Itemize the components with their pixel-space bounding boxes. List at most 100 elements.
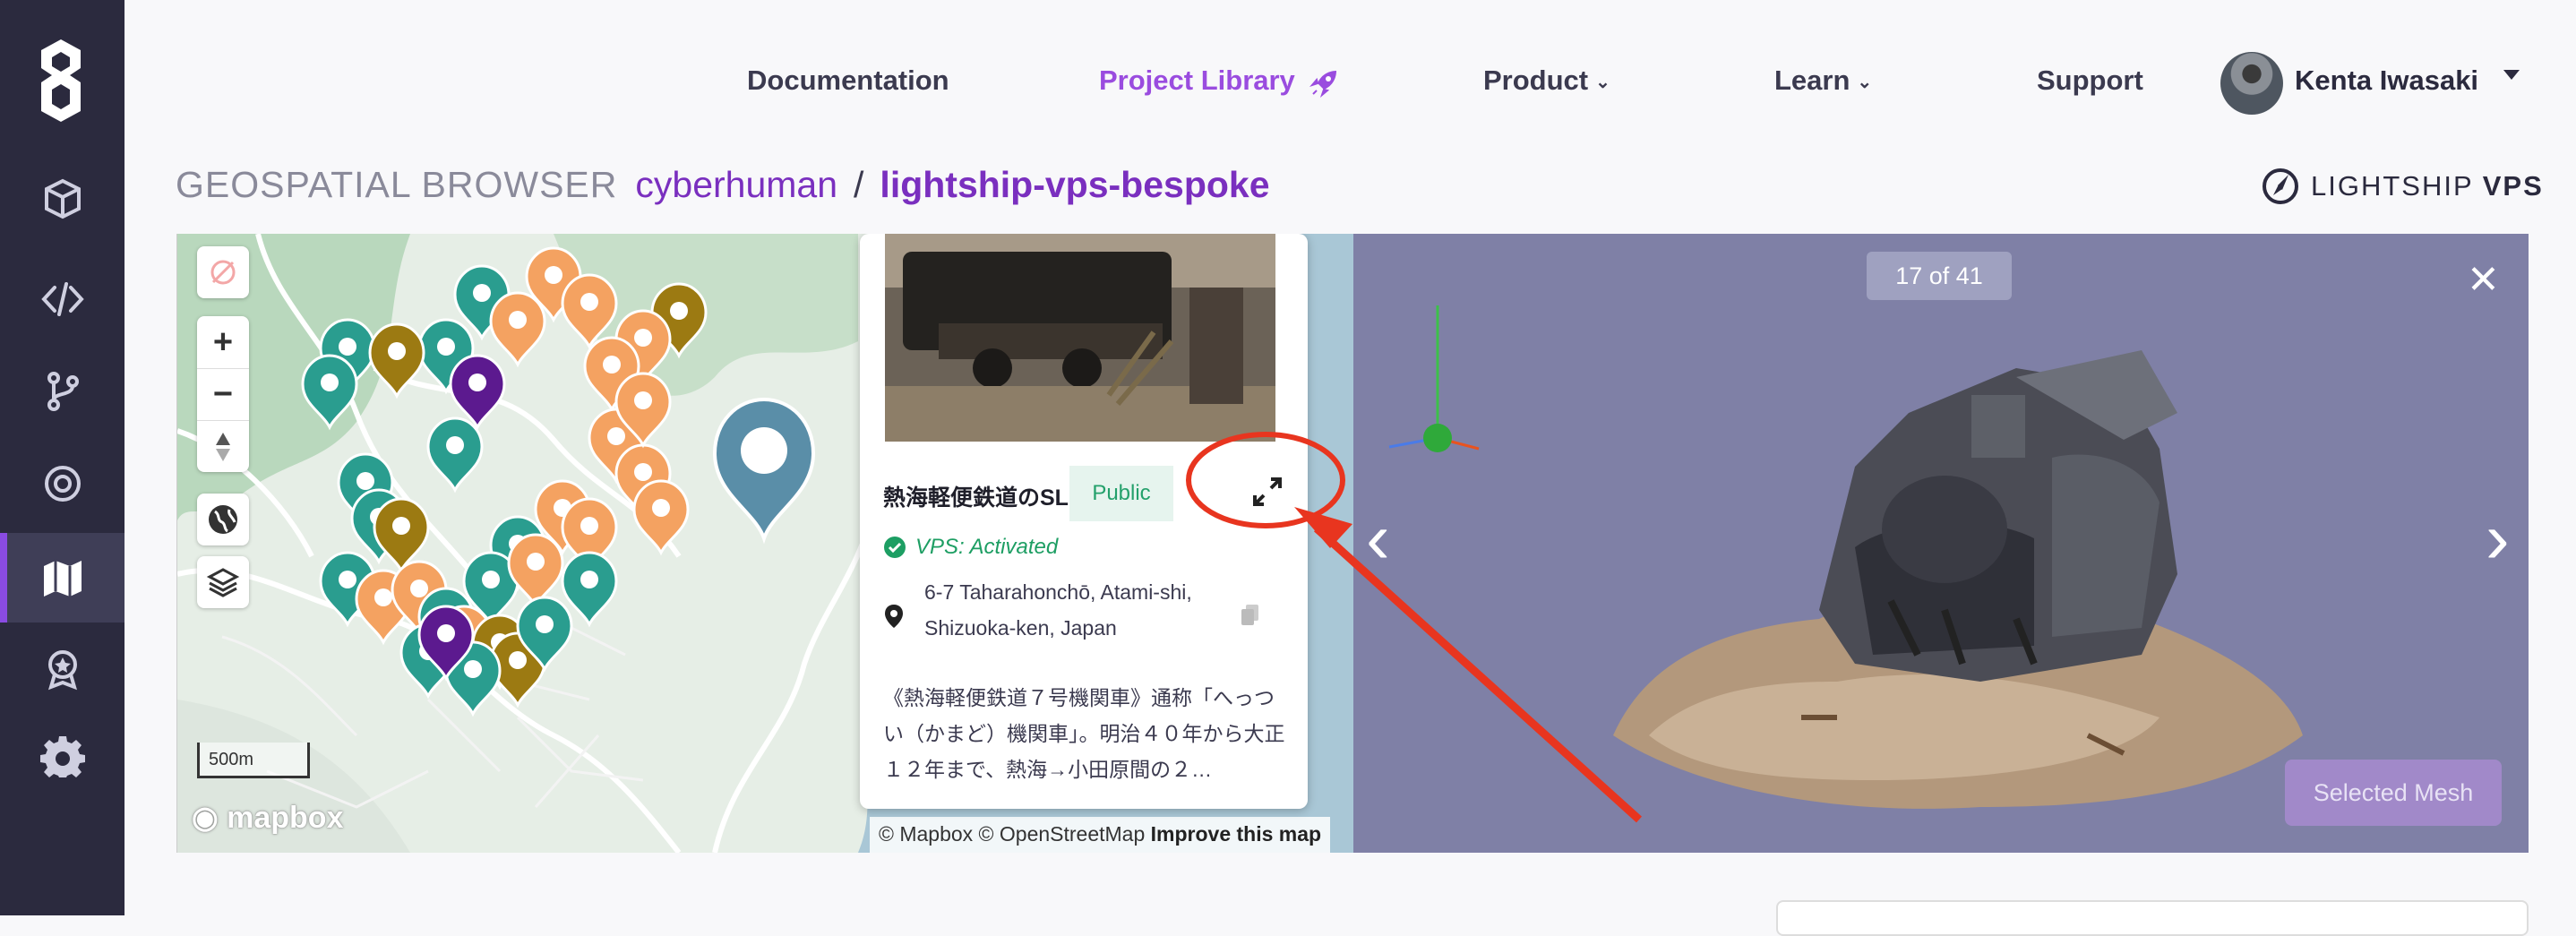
- brand-light: LIGHTSHIP: [2311, 170, 2474, 202]
- chevron-right-icon: ›: [2486, 498, 2510, 578]
- previous-mesh-button[interactable]: ‹: [1366, 502, 1390, 574]
- mesh-viewer[interactable]: 17 of 41 ✕ ‹ › Selected Mesh: [1353, 234, 2529, 853]
- map-marker-glyph: [410, 580, 428, 597]
- globe-icon: [197, 494, 249, 545]
- mapbox-logo[interactable]: ◉ mapbox: [192, 800, 343, 836]
- expand-button[interactable]: [1245, 469, 1290, 514]
- gear-icon: [39, 736, 85, 777]
- map-marker-glyph: [580, 517, 598, 535]
- sidebar-item-branches[interactable]: [0, 347, 125, 436]
- close-viewer-button[interactable]: ✕: [2467, 261, 2500, 300]
- visibility-toggle-button[interactable]: [197, 246, 249, 298]
- map-marker-glyph: [603, 356, 621, 374]
- avatar[interactable]: [2220, 52, 2283, 115]
- attribution-text[interactable]: © Mapbox © OpenStreetMap: [879, 822, 1145, 846]
- code-icon: [40, 282, 84, 316]
- map-marker-glyph: [446, 436, 464, 454]
- location-popup: 熱海軽便鉄道のSL Public VPS: Activated 6-7 Taha…: [860, 234, 1308, 809]
- nav-project-library[interactable]: Project Library: [1099, 64, 1340, 98]
- map-marker-glyph: [580, 293, 598, 311]
- map-marker-glyph: [464, 660, 482, 678]
- map-marker-glyph: [607, 427, 625, 445]
- map-marker-glyph: [545, 266, 562, 284]
- map-marker-glyph: [468, 374, 486, 391]
- map-marker-glyph: [634, 329, 652, 347]
- lightship-vps-logo: LIGHTSHIP VPS: [2261, 167, 2544, 206]
- locomotive-photo: [885, 234, 1275, 442]
- zoom-in-button[interactable]: +: [197, 316, 249, 368]
- zoom-out-button[interactable]: −: [197, 368, 249, 420]
- chevron-down-icon: ⌄: [1857, 73, 1873, 93]
- chevron-left-icon: ‹: [1366, 498, 1390, 578]
- location-description: 《熱海軽便鉄道７号機関車》通称「へっつい（かまど）機関車」。明治４０年から大正１…: [883, 686, 1285, 781]
- map-marker-glyph: [509, 651, 527, 669]
- eye-slash-icon: [197, 246, 249, 298]
- map-marker-glyph: [339, 571, 356, 588]
- location-title: 熱海軽便鉄道のSL: [883, 485, 1069, 511]
- sidebar-item-target[interactable]: [0, 439, 125, 528]
- cube-icon: [44, 178, 81, 219]
- badge-icon: [47, 650, 77, 691]
- nav-learn-label: Learn: [1774, 64, 1850, 96]
- expand-icon: [1253, 477, 1282, 506]
- target-icon: [44, 466, 81, 502]
- map-marker-glyph: [580, 571, 598, 588]
- map-panel[interactable]: + − 500m ◉ mapbox © Mapbox © OpenStreetM…: [176, 234, 1353, 853]
- sidebar-item-geospatial[interactable]: [0, 533, 125, 623]
- address-line-1: 6-7 Taharahonchō, Atami-shi,: [924, 580, 1192, 604]
- map-marker-glyph: [509, 311, 527, 329]
- map-marker-glyph: [634, 391, 652, 409]
- bottom-panel: [1776, 900, 2529, 936]
- brand-bold: VPS: [2482, 170, 2544, 202]
- improve-map-link[interactable]: Improve this map: [1151, 822, 1321, 846]
- location-photo[interactable]: [885, 234, 1275, 442]
- sidebar-item-badge[interactable]: [0, 624, 125, 714]
- map-attribution: © Mapbox © OpenStreetMap Improve this ma…: [870, 817, 1331, 853]
- vps-status-text: VPS: Activated: [915, 535, 1059, 559]
- compass-icon: [2263, 168, 2298, 204]
- sidebar: [0, 0, 125, 915]
- app-logo[interactable]: [34, 36, 88, 125]
- location-pin-icon: [885, 605, 903, 628]
- breadcrumb-org-link[interactable]: cyberhuman: [635, 164, 837, 205]
- map-marker-glyph: [473, 284, 491, 302]
- rocket-icon: [1309, 70, 1337, 98]
- map-marker-glyph: [527, 553, 545, 571]
- nav-documentation[interactable]: Documentation: [747, 64, 949, 97]
- nav-product[interactable]: Product ⌄: [1483, 64, 1610, 97]
- user-name[interactable]: Kenta Iwasaki: [2295, 64, 2478, 97]
- nav-learn[interactable]: Learn ⌄: [1774, 64, 1872, 97]
- close-icon: ✕: [2467, 258, 2500, 302]
- nav-support[interactable]: Support: [2037, 64, 2143, 97]
- map-marker-glyph: [374, 588, 392, 606]
- breadcrumb-separator: /: [854, 164, 864, 205]
- visibility-badge: Public: [1069, 466, 1173, 521]
- map-marker-glyph: [536, 615, 554, 633]
- check-circle-icon: [884, 537, 906, 558]
- map-marker-glyph: [321, 374, 339, 391]
- next-mesh-button[interactable]: ›: [2486, 502, 2510, 574]
- sidebar-item-code[interactable]: [0, 254, 125, 344]
- layers-icon: [197, 556, 249, 608]
- map-marker-glyph: [482, 571, 500, 588]
- copy-icon[interactable]: [1240, 603, 1261, 628]
- globe-view-button[interactable]: [197, 494, 249, 545]
- selected-mesh-button[interactable]: Selected Mesh: [2285, 760, 2502, 826]
- nav-project-library-label: Project Library: [1099, 64, 1295, 96]
- map-marker-glyph: [652, 499, 670, 517]
- selected-map-marker-glyph: [741, 427, 787, 474]
- compass-reset-button[interactable]: [197, 420, 249, 472]
- sidebar-item-settings[interactable]: [0, 713, 125, 803]
- sidebar-item-projects[interactable]: [0, 154, 125, 244]
- zoom-controls: + −: [197, 316, 249, 472]
- user-menu-caret-icon[interactable]: [2503, 70, 2520, 80]
- layers-button[interactable]: [197, 556, 249, 608]
- map-marker-glyph: [339, 338, 356, 356]
- map-marker-glyph: [392, 517, 410, 535]
- breadcrumb-section: GEOSPATIAL BROWSER: [176, 164, 618, 205]
- map-icon: [43, 561, 82, 597]
- map-marker-glyph: [437, 624, 455, 642]
- map-marker-glyph: [388, 342, 406, 360]
- mapbox-logo-text: mapbox: [227, 801, 344, 835]
- breadcrumb-project-link[interactable]: lightship-vps-bespoke: [880, 164, 1269, 205]
